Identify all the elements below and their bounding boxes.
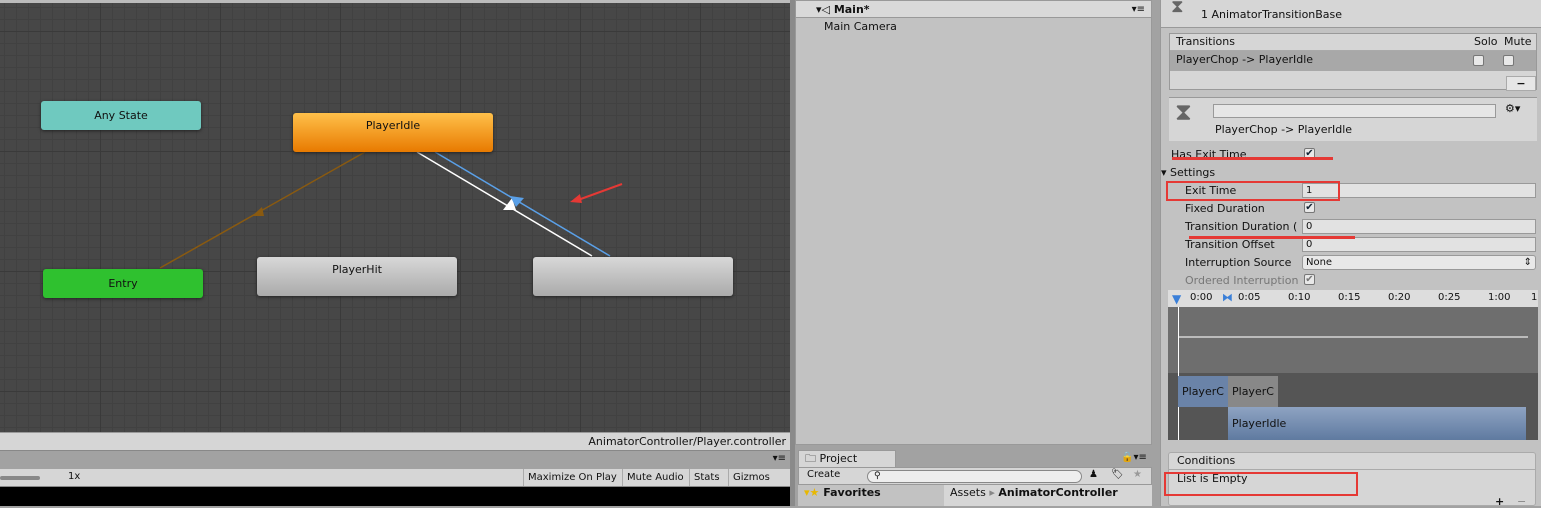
scene-header[interactable]: ▾◁ Main* ▾≡ xyxy=(796,1,1151,18)
mute-audio-button[interactable]: Mute Audio xyxy=(622,469,688,486)
transitions-list: Transitions Solo Mute PlayerChop -> Play… xyxy=(1169,33,1537,91)
solo-header: Solo xyxy=(1474,35,1498,48)
tick-label: 0:00 xyxy=(1190,292,1213,303)
transition-icon: ⧗ xyxy=(1175,98,1192,126)
transition-name-input[interactable] xyxy=(1213,104,1496,118)
source-clip-b[interactable]: PlayerC xyxy=(1228,376,1278,407)
star-icon: ▾★ xyxy=(804,486,820,499)
lock-icon[interactable]: 🔒▾≡ xyxy=(1121,452,1147,463)
interruption-source-value: None xyxy=(1306,257,1333,268)
transition-duration-label: Transition Duration ( xyxy=(1185,220,1298,233)
annotation-underline xyxy=(1172,157,1333,160)
breadcrumb-assets[interactable]: Assets xyxy=(950,486,986,499)
folder-icon: 🗀 xyxy=(805,452,820,465)
fixed-duration-checkbox[interactable]: ✔ xyxy=(1304,202,1315,213)
scale-slider[interactable] xyxy=(0,476,40,480)
node-entry[interactable]: Entry xyxy=(43,269,203,298)
mute-header: Mute xyxy=(1504,35,1532,48)
add-condition-button[interactable]: + xyxy=(1495,495,1504,508)
timeline-ruler: 0:00 0:05 0:10 0:15 0:20 0:25 1:00 1 ▼ ⧓ xyxy=(1168,290,1538,307)
tick-label: 1 xyxy=(1531,292,1538,303)
scale-label: 1x xyxy=(68,471,81,482)
project-tab[interactable]: 🗀 Project xyxy=(798,450,896,467)
annotation-box xyxy=(1164,472,1358,496)
annotation-box xyxy=(1166,181,1340,201)
hierarchy-panel: ▾◁ Main* ▾≡ Main Camera xyxy=(795,0,1152,445)
has-exit-time-label: Has Exit Time xyxy=(1171,148,1247,161)
settings-foldout[interactable]: ▾ Settings xyxy=(1161,164,1215,181)
arrow-head xyxy=(252,207,264,216)
transition-arrows xyxy=(159,151,623,269)
unity-scene-icon: ▾◁ xyxy=(816,3,834,16)
transition-marker-icon[interactable]: ⧓ xyxy=(1222,291,1233,304)
scene-name: Main* xyxy=(833,3,870,16)
menu-icon[interactable]: ▾≡ xyxy=(1132,1,1151,18)
game-tab-bar: ▾≡ xyxy=(0,450,790,469)
animator-graph[interactable]: Any State PlayerIdle Entry PlayerHit xyxy=(0,0,790,432)
search-input[interactable]: ⚲ xyxy=(867,470,1082,483)
transition-offset-field[interactable]: 0 xyxy=(1302,237,1536,252)
tick-label: 0:10 xyxy=(1288,292,1311,303)
favorite-star-icon[interactable]: ★ xyxy=(1133,469,1142,480)
tick-label: 0:20 xyxy=(1388,292,1411,303)
transition-row-label: PlayerChop -> PlayerIdle xyxy=(1176,53,1314,66)
remove-condition-button[interactable]: − xyxy=(1517,495,1526,508)
annotation-arrow xyxy=(577,183,623,201)
tick-label: 0:25 xyxy=(1438,292,1461,303)
transition-idle-to-chop[interactable] xyxy=(416,151,593,257)
node-any-state[interactable]: Any State xyxy=(41,101,201,130)
tick-label: 0:05 xyxy=(1238,292,1261,303)
controller-path: AnimatorController/Player.controller xyxy=(0,432,790,450)
settings-label: Settings xyxy=(1170,166,1216,179)
project-tab-label: Project xyxy=(819,452,858,465)
filter-type-icon[interactable]: ♟ xyxy=(1089,469,1098,480)
game-toolbar: 1x Maximize On Play Mute Audio Stats Giz… xyxy=(0,469,790,487)
curve-area xyxy=(1168,307,1538,373)
destination-clip[interactable]: PlayerIdle xyxy=(1228,407,1526,440)
breadcrumb: Assets ▸ AnimatorController xyxy=(944,485,1152,506)
mute-checkbox[interactable] xyxy=(1503,55,1514,66)
transition-icon: ⧗ xyxy=(1171,0,1184,17)
game-view xyxy=(0,487,790,506)
start-marker-icon[interactable]: ▼ xyxy=(1172,292,1181,306)
interruption-source-label: Interruption Source xyxy=(1185,256,1292,269)
maximize-on-play-button[interactable]: Maximize On Play xyxy=(523,469,621,486)
node-player-idle[interactable]: PlayerIdle xyxy=(293,113,493,152)
transition-timeline[interactable]: 0:00 0:05 0:10 0:15 0:20 0:25 1:00 1 ▼ ⧓… xyxy=(1168,290,1538,440)
annotation-underline xyxy=(1189,236,1355,239)
conditions-header: Conditions xyxy=(1169,453,1535,470)
tick-label: 1:00 xyxy=(1488,292,1511,303)
project-panel: 🗀 Project 🔒▾≡ Create ⚲ ♟ 🏷 ★ ▾★ Favorite… xyxy=(795,450,1152,506)
node-player-hit[interactable]: PlayerHit xyxy=(257,257,457,296)
gear-icon[interactable]: ⚙▾ xyxy=(1505,102,1520,115)
inspector-subtitle: 1 AnimatorTransitionBase xyxy=(1201,8,1343,21)
hierarchy-item[interactable]: Main Camera xyxy=(796,18,1151,35)
favorites-label: Favorites xyxy=(823,486,881,499)
transition-row[interactable]: PlayerChop -> PlayerIdle xyxy=(1170,51,1536,71)
tick-label: 0:15 xyxy=(1338,292,1361,303)
solo-checkbox[interactable] xyxy=(1473,55,1484,66)
filter-label-icon[interactable]: 🏷 xyxy=(1111,469,1124,480)
source-clip-a[interactable]: PlayerC xyxy=(1178,376,1228,407)
breadcrumb-current[interactable]: AnimatorController xyxy=(998,486,1117,499)
create-dropdown[interactable]: Create xyxy=(807,469,840,480)
fixed-duration-label: Fixed Duration xyxy=(1185,202,1265,215)
stats-button[interactable]: Stats xyxy=(689,469,724,486)
transition-duration-field[interactable]: 0 xyxy=(1302,219,1536,234)
transitions-header: Transitions xyxy=(1176,35,1235,48)
node-player-chop-obscured[interactable] xyxy=(533,257,733,296)
ordered-interruption-label: Ordered Interruption xyxy=(1185,274,1299,287)
menu-icon[interactable]: ▾≡ xyxy=(773,453,786,464)
ordered-interruption-checkbox: ✔ xyxy=(1304,274,1315,285)
remove-transition-button[interactable]: − xyxy=(1506,76,1536,91)
transition-title: PlayerChop -> PlayerIdle xyxy=(1215,123,1353,136)
interruption-source-dropdown[interactable]: None ⇕ xyxy=(1302,255,1536,270)
transition-chop-to-idle-selected[interactable] xyxy=(434,151,611,257)
favorites-item[interactable]: ▾★ Favorites xyxy=(798,485,944,506)
annotation-arrow-head xyxy=(570,194,582,203)
gizmos-dropdown[interactable]: Gizmos xyxy=(728,469,786,486)
